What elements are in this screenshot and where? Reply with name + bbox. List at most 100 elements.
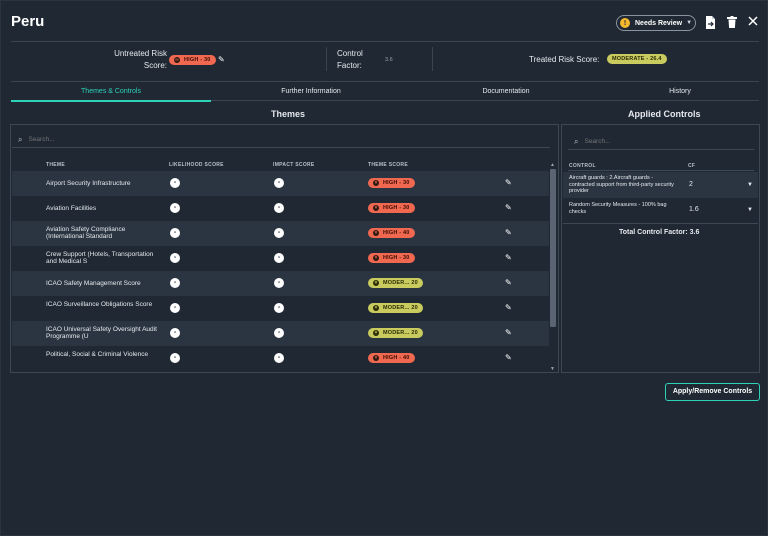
theme-score-value: MODER... 20 bbox=[383, 305, 418, 311]
theme-score-value: HIGH - 40 bbox=[383, 355, 410, 361]
control-name: Random Security Measures - 100% bag chec… bbox=[569, 202, 667, 215]
controls-search[interactable]: ⌕ bbox=[568, 134, 754, 150]
theme-score-badge: × MODER... 20 bbox=[368, 328, 423, 338]
theme-score-badge: × HIGH - 30 bbox=[368, 203, 415, 213]
treated-risk-label: Treated Risk Score: bbox=[529, 55, 600, 64]
likelihood-score: - bbox=[170, 203, 180, 213]
scroll-up-icon[interactable]: ▲ bbox=[550, 162, 555, 168]
tab-documentation[interactable]: Documentation bbox=[411, 82, 601, 101]
edit-theme-icon[interactable]: ✎ bbox=[505, 178, 512, 187]
table-row[interactable]: Aviation Facilities - - × HIGH - 30 ✎ bbox=[12, 196, 549, 221]
untreated-risk-value: HIGH - 30 bbox=[184, 57, 211, 63]
export-document-icon[interactable] bbox=[704, 16, 716, 29]
edit-theme-icon[interactable]: ✎ bbox=[505, 278, 512, 287]
edit-theme-icon[interactable]: ✎ bbox=[505, 228, 512, 237]
theme-score-value: MODER... 20 bbox=[383, 280, 418, 286]
theme-score-value: HIGH - 30 bbox=[383, 180, 410, 186]
control-row[interactable]: Aircraft guards : 2.Aircraft guards - co… bbox=[563, 172, 758, 198]
search-icon: ⌕ bbox=[18, 134, 23, 144]
likelihood-score: - bbox=[170, 303, 180, 313]
theme-name: Aviation Safety Compliance (Internationa… bbox=[46, 226, 126, 240]
scrollbar-thumb[interactable] bbox=[550, 169, 556, 327]
divider bbox=[563, 223, 758, 224]
control-factor-value: 3.6 bbox=[385, 57, 393, 63]
col-likelihood: LIKELIHOOD SCORE bbox=[169, 162, 224, 168]
likelihood-score: - bbox=[170, 353, 180, 363]
likelihood-score: - bbox=[170, 228, 180, 238]
theme-name: Airport Security Infrastructure bbox=[46, 180, 131, 187]
untreated-risk-label: Untreated Risk Score: bbox=[114, 49, 167, 70]
edit-theme-icon[interactable]: ✎ bbox=[505, 328, 512, 337]
total-control-factor-value: 3.6 bbox=[689, 229, 700, 236]
theme-name: ICAO Surveillance Obligations Score bbox=[46, 301, 153, 308]
treated-risk-badge: MODERATE - 26.4 bbox=[607, 54, 667, 64]
theme-score-value: HIGH - 40 bbox=[383, 230, 410, 236]
theme-score-badge: × MODER... 20 bbox=[368, 278, 423, 288]
active-tab-indicator bbox=[11, 100, 211, 102]
edit-theme-icon[interactable]: ✎ bbox=[505, 253, 512, 262]
col-control: CONTROL bbox=[569, 163, 596, 169]
table-row[interactable]: ICAO Surveillance Obligations Score - - × MO… bbox=[12, 296, 549, 321]
theme-name: Crew Support (Hotels, Transportation and… bbox=[46, 251, 154, 265]
edit-untreated-icon[interactable]: ✎ bbox=[218, 55, 225, 64]
impact-score: - bbox=[274, 228, 284, 238]
risk-summary: Untreated Risk Score: ∞ HIGH - 30 ✎ Cont… bbox=[11, 45, 759, 75]
search-icon: ⌕ bbox=[574, 136, 579, 146]
col-theme-score: THEME SCORE bbox=[368, 162, 408, 168]
table-row[interactable]: Political, Social & Criminal Violence - - ×… bbox=[12, 346, 549, 371]
control-row[interactable]: Random Security Measures - 100% bag chec… bbox=[563, 199, 758, 221]
delete-icon[interactable] bbox=[726, 16, 738, 29]
risk-modal: Peru ! Needs Review ▼ Untreated Risk Sco… bbox=[0, 0, 768, 536]
theme-score-value: MODER... 20 bbox=[383, 330, 418, 336]
link-icon: ∞ bbox=[174, 57, 180, 63]
header-divider bbox=[11, 41, 759, 42]
table-row[interactable]: Crew Support (Hotels, Transportation and… bbox=[12, 246, 549, 271]
apply-remove-controls-button[interactable]: Apply/Remove Controls bbox=[665, 383, 760, 401]
control-cf-value[interactable]: 2 bbox=[689, 181, 693, 188]
table-row[interactable]: Aviation Safety Compliance (Internationa… bbox=[12, 221, 549, 246]
score-icon: × bbox=[373, 355, 379, 361]
score-icon: × bbox=[373, 180, 379, 186]
impact-score: - bbox=[274, 353, 284, 363]
tab-themes-controls[interactable]: Themes & Controls bbox=[11, 82, 211, 101]
likelihood-score: - bbox=[170, 178, 180, 188]
close-icon[interactable] bbox=[747, 16, 759, 29]
tab-history[interactable]: History bbox=[601, 82, 759, 101]
total-control-factor-label: Total Control Factor: bbox=[619, 229, 688, 236]
score-icon: × bbox=[373, 330, 379, 336]
divider bbox=[568, 170, 754, 171]
chevron-down-icon[interactable]: ▼ bbox=[747, 182, 753, 188]
table-row[interactable]: ICAO Safety Management Score - - × MODER... … bbox=[12, 271, 549, 296]
theme-name: ICAO Universal Safety Oversight Audit Pr… bbox=[46, 326, 157, 340]
themes-search[interactable]: ⌕ bbox=[12, 132, 550, 148]
chevron-down-icon[interactable]: ▼ bbox=[747, 207, 753, 213]
control-name: Aircraft guards : 2.Aircraft guards - co… bbox=[569, 175, 674, 194]
impact-score: - bbox=[274, 203, 284, 213]
theme-score-badge: × HIGH - 30 bbox=[368, 178, 415, 188]
scroll-down-icon[interactable]: ▼ bbox=[550, 366, 555, 372]
likelihood-score: - bbox=[170, 328, 180, 338]
score-icon: × bbox=[373, 230, 379, 236]
tab-further-information[interactable]: Further Information bbox=[211, 82, 411, 101]
total-control-factor: Total Control Factor: 3.6 bbox=[619, 229, 699, 236]
themes-title: Themes bbox=[271, 109, 306, 119]
theme-name: Aviation Facilities bbox=[46, 205, 97, 212]
theme-score-badge: × MODER... 20 bbox=[368, 303, 423, 313]
tab-bar: Themes & Controls Further Information Do… bbox=[11, 81, 759, 102]
controls-search-input[interactable] bbox=[584, 138, 735, 145]
themes-search-input[interactable] bbox=[28, 136, 509, 143]
chevron-down-icon: ▼ bbox=[686, 20, 693, 26]
theme-score-badge: × HIGH - 40 bbox=[368, 353, 415, 363]
theme-name: ICAO Safety Management Score bbox=[46, 280, 141, 287]
control-factor-label: Control Factor: bbox=[337, 49, 363, 70]
edit-theme-icon[interactable]: ✎ bbox=[505, 203, 512, 212]
edit-theme-icon[interactable]: ✎ bbox=[505, 303, 512, 312]
impact-score: - bbox=[274, 253, 284, 263]
edit-theme-icon[interactable]: ✎ bbox=[505, 353, 512, 362]
control-cf-value[interactable]: 1.6 bbox=[689, 206, 699, 213]
warning-icon: ! bbox=[620, 18, 630, 28]
table-row[interactable]: Airport Security Infrastructure - - × HIGH -… bbox=[12, 171, 549, 196]
table-row[interactable]: ICAO Universal Safety Oversight Audit Pr… bbox=[12, 321, 549, 346]
status-dropdown[interactable]: ! Needs Review ▼ bbox=[616, 15, 696, 31]
theme-score-value: HIGH - 30 bbox=[383, 205, 410, 211]
